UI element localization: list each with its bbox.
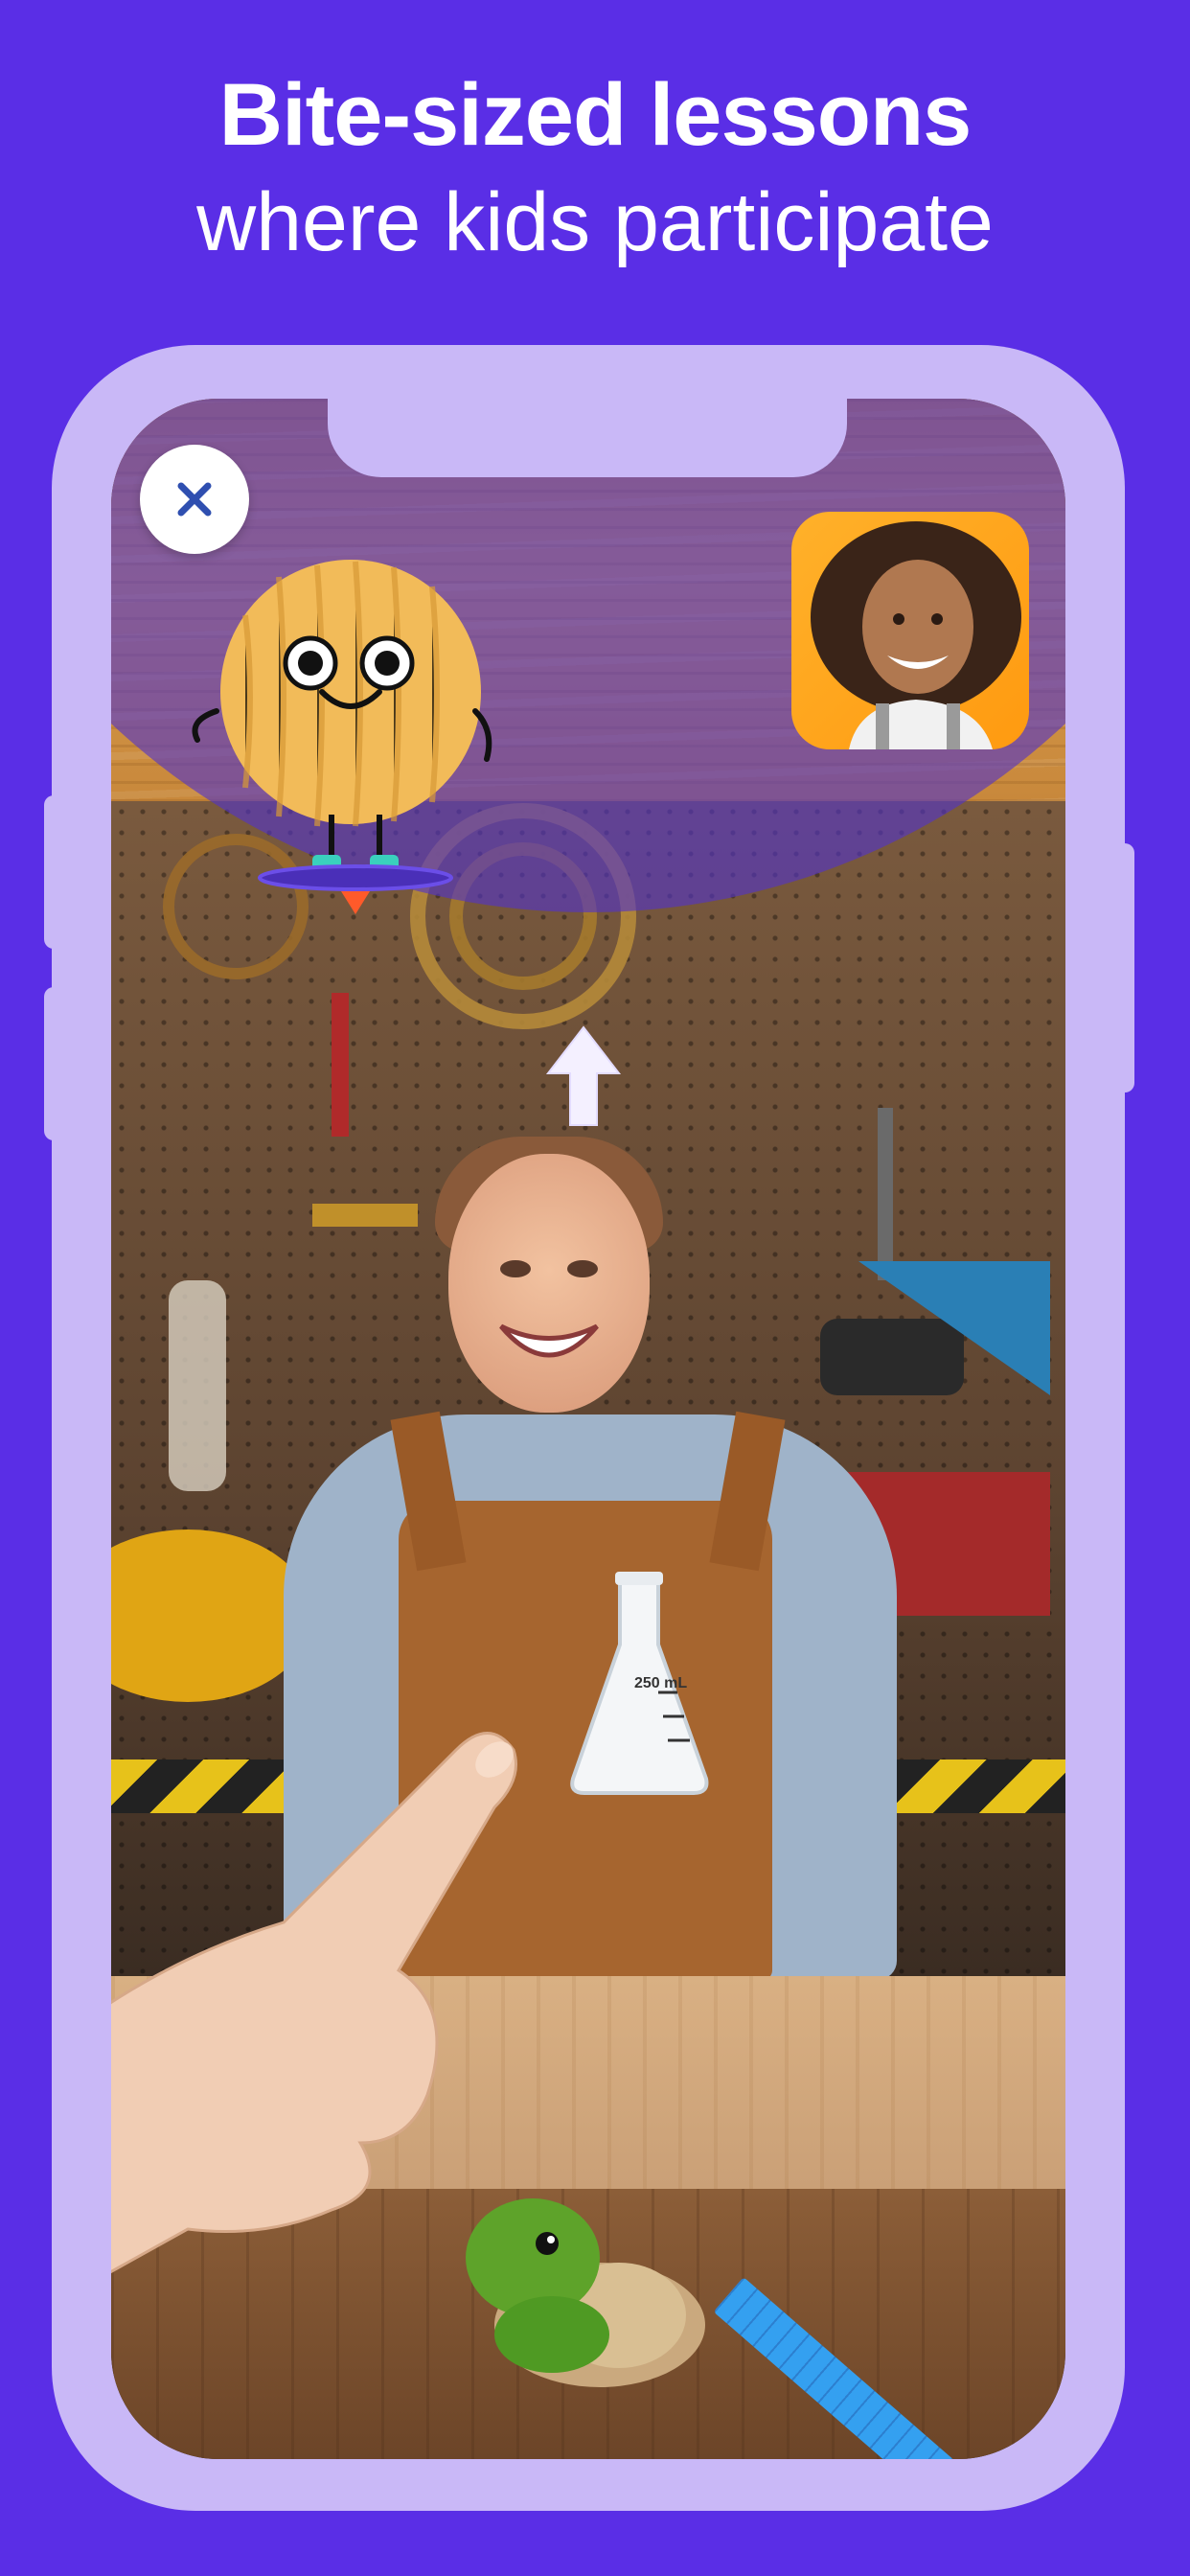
- flask-volume-label: 250 mL: [634, 1675, 687, 1691]
- headline-line-2: where kids participate: [196, 176, 994, 268]
- child-avatar: [811, 521, 1021, 749]
- child-selfview: [791, 512, 1029, 749]
- phone-notch: [328, 399, 847, 477]
- close-icon: [177, 482, 212, 517]
- arrow-up-icon[interactable]: [544, 1024, 623, 1129]
- phone-screen: 250 mL: [111, 399, 1065, 2459]
- headline: Bite-sized lessons where kids participat…: [0, 61, 1190, 276]
- chip-mascot: [192, 560, 492, 914]
- phone-side-button: [44, 795, 63, 949]
- close-button[interactable]: [140, 445, 249, 554]
- presenter-face: [448, 1154, 650, 1413]
- phone-side-button: [1115, 843, 1134, 1092]
- pointing-hand: [111, 1732, 517, 2274]
- headline-line-1: Bite-sized lessons: [218, 66, 973, 164]
- phone-side-button: [44, 987, 63, 1140]
